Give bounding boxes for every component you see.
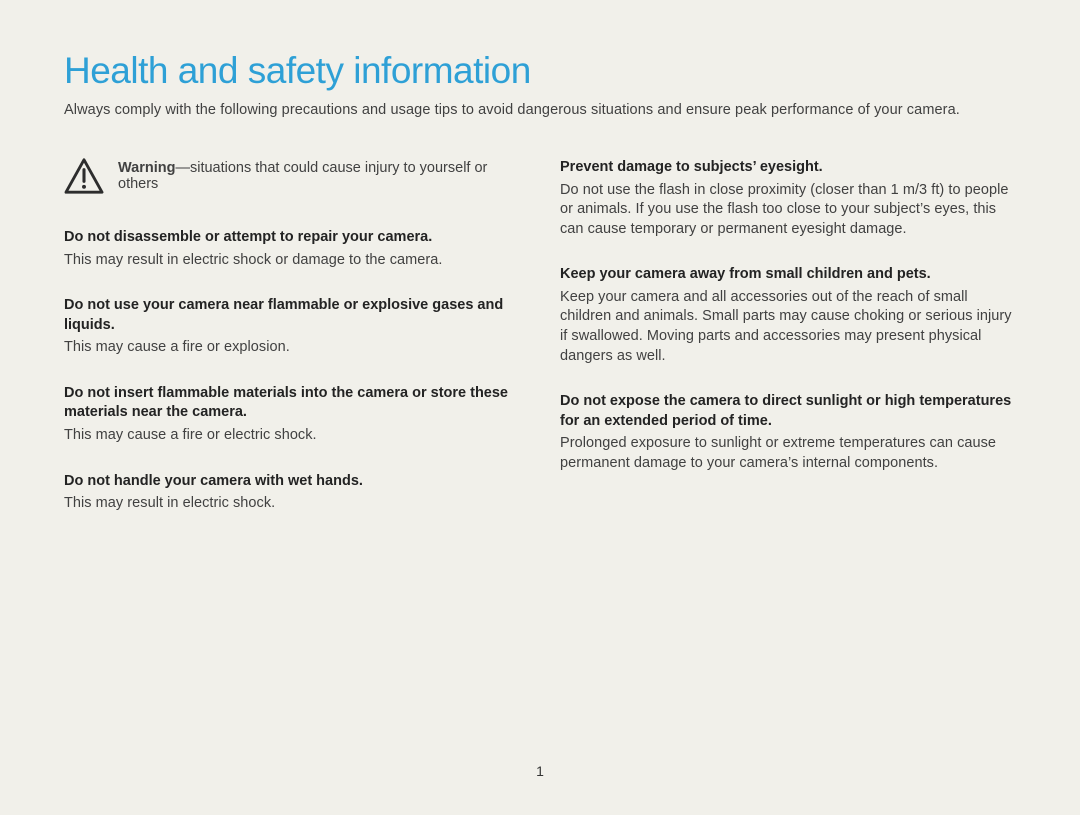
warning-callout: Warning—situations that could cause inju… — [64, 158, 520, 194]
section-heading: Do not disassemble or attempt to repair … — [64, 228, 520, 248]
safety-section: Do not use your camera near flammable or… — [64, 296, 520, 358]
section-body: This may cause a fire or explosion. — [64, 338, 520, 358]
left-column: Warning—situations that could cause inju… — [64, 158, 520, 540]
safety-section: Do not handle your camera with wet hands… — [64, 472, 520, 514]
safety-section: Do not insert flammable materials into t… — [64, 384, 520, 446]
warning-text: Warning—situations that could cause inju… — [118, 158, 520, 192]
safety-section: Prevent damage to subjects’ eyesight. Do… — [560, 158, 1016, 239]
safety-section: Keep your camera away from small childre… — [560, 265, 1016, 366]
page-title: Health and safety information — [64, 50, 1016, 92]
section-body: Prolonged exposure to sunlight or extrem… — [560, 434, 1016, 473]
section-body: This may cause a fire or electric shock. — [64, 426, 520, 446]
section-heading: Prevent damage to subjects’ eyesight. — [560, 158, 1016, 178]
warning-triangle-icon — [64, 158, 104, 194]
safety-section: Do not expose the camera to direct sunli… — [560, 392, 1016, 473]
section-body: This may result in electric shock. — [64, 494, 520, 514]
section-body: This may result in electric shock or dam… — [64, 251, 520, 271]
warning-label: Warning — [118, 160, 175, 176]
columns: Warning—situations that could cause inju… — [64, 158, 1016, 540]
section-heading: Do not insert flammable materials into t… — [64, 384, 520, 423]
intro-text: Always comply with the following precaut… — [64, 102, 1016, 118]
section-heading: Do not use your camera near flammable or… — [64, 296, 520, 335]
page-number: 1 — [0, 763, 1080, 779]
section-body: Do not use the flash in close proximity … — [560, 181, 1016, 240]
section-heading: Keep your camera away from small childre… — [560, 265, 1016, 285]
section-heading: Do not expose the camera to direct sunli… — [560, 392, 1016, 431]
section-heading: Do not handle your camera with wet hands… — [64, 472, 520, 492]
right-column: Prevent damage to subjects’ eyesight. Do… — [560, 158, 1016, 540]
safety-section: Do not disassemble or attempt to repair … — [64, 228, 520, 270]
section-body: Keep your camera and all accessories out… — [560, 288, 1016, 366]
